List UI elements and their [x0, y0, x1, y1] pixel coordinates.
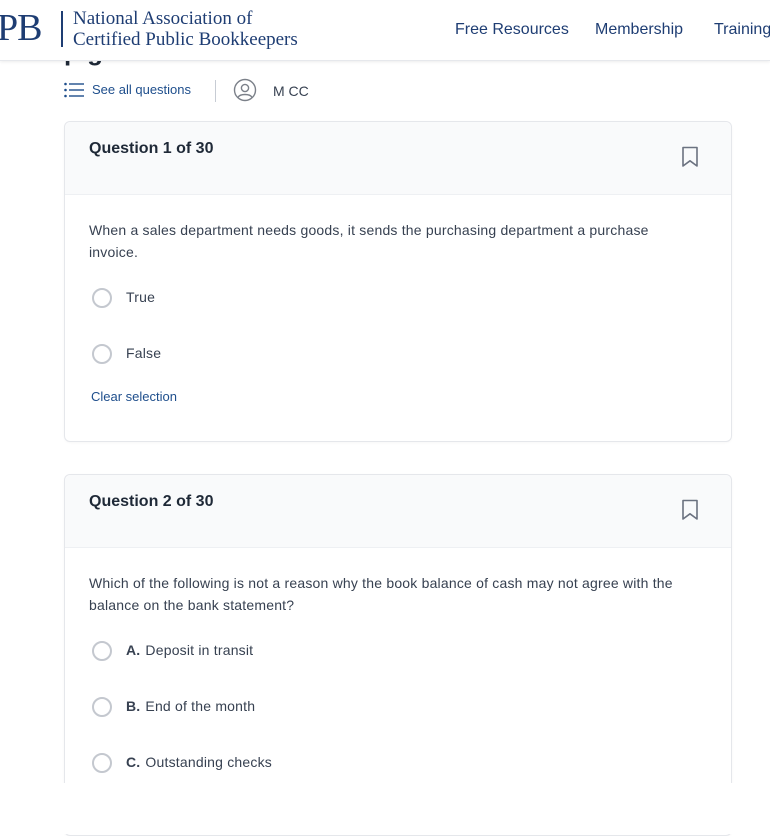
radio-button[interactable] — [92, 288, 112, 308]
question-title: Question 1 of 30 — [89, 140, 214, 157]
option-text: Deposit in transit — [145, 642, 254, 658]
viewport-bottom-edge — [0, 783, 770, 834]
option-label: True — [126, 289, 156, 305]
radio-button[interactable] — [92, 697, 112, 717]
logo-line-1: National Association of — [73, 8, 253, 29]
question-card-1: Question 1 of 30 When a sales department… — [64, 121, 732, 442]
radio-button[interactable] — [92, 753, 112, 773]
answer-option-true[interactable]: True — [89, 286, 649, 310]
option-text: Outstanding checks — [145, 754, 272, 770]
question-card-2: Question 2 of 30 Which of the following … — [64, 474, 732, 836]
answer-option-a[interactable]: A. Deposit in transit — [89, 639, 649, 663]
list-icon[interactable] — [64, 82, 84, 98]
logo-divider — [61, 11, 63, 47]
option-label: False — [126, 345, 162, 361]
nav-free-resources[interactable]: Free Resources — [455, 21, 569, 39]
option-label: A. Deposit in transit — [126, 642, 253, 658]
logo-text[interactable]: National Association of Certified Public… — [73, 8, 298, 50]
see-all-questions-link[interactable]: See all questions — [92, 82, 191, 97]
answer-option-b[interactable]: B. End of the month — [89, 695, 649, 719]
question-card-header: Question 1 of 30 — [65, 122, 731, 195]
bookmark-icon[interactable] — [681, 499, 699, 521]
clear-selection-link[interactable]: Clear selection — [91, 389, 177, 404]
radio-button[interactable] — [92, 344, 112, 364]
option-letter: C. — [126, 754, 141, 770]
option-letter: B. — [126, 698, 141, 714]
radio-button[interactable] — [92, 641, 112, 661]
nav-training[interactable]: Training — [714, 21, 770, 39]
user-circle-icon — [233, 78, 257, 102]
answer-option-false[interactable]: False — [89, 342, 649, 366]
logo-mark[interactable]: PB — [0, 6, 42, 50]
quiz-toolbar: See all questions M CC — [64, 78, 364, 102]
question-card-header: Question 2 of 30 — [65, 475, 731, 548]
question-text: When a sales department needs goods, it … — [89, 222, 649, 260]
option-text: End of the month — [145, 698, 256, 714]
user-name: M CC — [273, 83, 309, 99]
question-title: Question 2 of 30 — [89, 493, 214, 510]
option-label: C. Outstanding checks — [126, 754, 272, 770]
answer-option-c[interactable]: C. Outstanding checks — [89, 751, 649, 775]
bookmark-icon[interactable] — [681, 146, 699, 168]
toolbar-divider — [215, 80, 216, 102]
question-text: Which of the following is not a reason w… — [89, 575, 673, 613]
site-header: PB National Association of Certified Pub… — [0, 0, 770, 61]
option-label: B. End of the month — [126, 698, 255, 714]
option-letter: A. — [126, 642, 141, 658]
nav-membership[interactable]: Membership — [595, 21, 683, 39]
logo-line-2: Certified Public Bookkeepers — [73, 29, 298, 50]
